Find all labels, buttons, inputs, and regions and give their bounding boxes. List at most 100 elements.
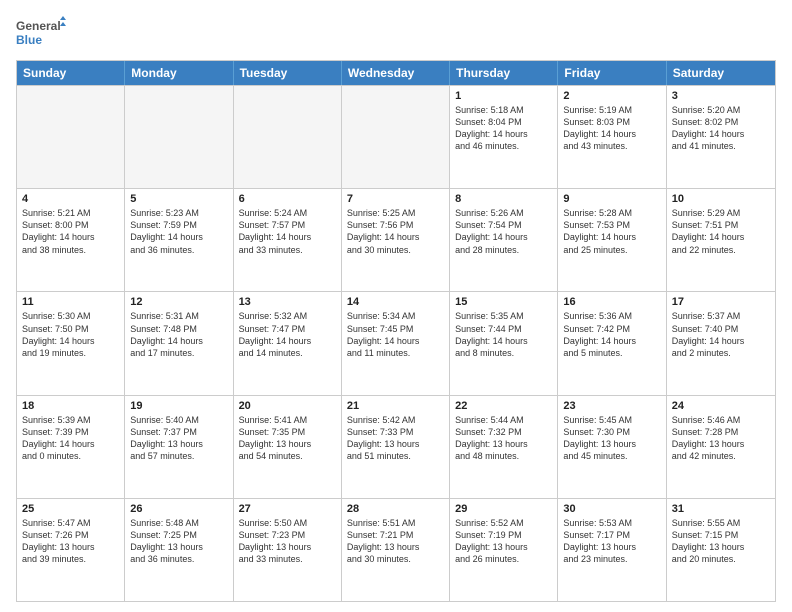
day-details: Sunrise: 5:23 AM Sunset: 7:59 PM Dayligh… xyxy=(130,207,227,256)
day-details: Sunrise: 5:53 AM Sunset: 7:17 PM Dayligh… xyxy=(563,517,660,566)
calendar-cell: 13 Sunrise: 5:32 AM Sunset: 7:47 PM Dayli… xyxy=(234,292,342,394)
day-details: Sunrise: 5:45 AM Sunset: 7:30 PM Dayligh… xyxy=(563,414,660,463)
calendar-cell xyxy=(125,86,233,188)
day-details: Sunrise: 5:47 AM Sunset: 7:26 PM Dayligh… xyxy=(22,517,119,566)
day-details: Sunrise: 5:21 AM Sunset: 8:00 PM Dayligh… xyxy=(22,207,119,256)
calendar-cell: 7 Sunrise: 5:25 AM Sunset: 7:56 PM Daylig… xyxy=(342,189,450,291)
calendar-header-day: Saturday xyxy=(667,61,775,85)
calendar-body: 1 Sunrise: 5:18 AM Sunset: 8:04 PM Daylig… xyxy=(17,85,775,601)
day-details: Sunrise: 5:29 AM Sunset: 7:51 PM Dayligh… xyxy=(672,207,770,256)
day-number: 6 xyxy=(239,193,336,205)
day-details: Sunrise: 5:25 AM Sunset: 7:56 PM Dayligh… xyxy=(347,207,444,256)
calendar-header-day: Friday xyxy=(558,61,666,85)
calendar-row: 25 Sunrise: 5:47 AM Sunset: 7:26 PM Dayli… xyxy=(17,498,775,601)
day-number: 10 xyxy=(672,193,770,205)
day-number: 29 xyxy=(455,503,552,515)
calendar-cell xyxy=(234,86,342,188)
day-number: 30 xyxy=(563,503,660,515)
svg-text:General: General xyxy=(16,19,61,33)
day-details: Sunrise: 5:55 AM Sunset: 7:15 PM Dayligh… xyxy=(672,517,770,566)
calendar-header-day: Tuesday xyxy=(234,61,342,85)
calendar-cell: 4 Sunrise: 5:21 AM Sunset: 8:00 PM Daylig… xyxy=(17,189,125,291)
calendar-cell: 31 Sunrise: 5:55 AM Sunset: 7:15 PM Dayli… xyxy=(667,499,775,601)
calendar-row: 1 Sunrise: 5:18 AM Sunset: 8:04 PM Daylig… xyxy=(17,85,775,188)
day-details: Sunrise: 5:26 AM Sunset: 7:54 PM Dayligh… xyxy=(455,207,552,256)
day-number: 1 xyxy=(455,90,552,102)
day-details: Sunrise: 5:40 AM Sunset: 7:37 PM Dayligh… xyxy=(130,414,227,463)
calendar-cell: 21 Sunrise: 5:42 AM Sunset: 7:33 PM Dayli… xyxy=(342,396,450,498)
calendar-header-day: Wednesday xyxy=(342,61,450,85)
day-number: 27 xyxy=(239,503,336,515)
day-number: 26 xyxy=(130,503,227,515)
day-details: Sunrise: 5:31 AM Sunset: 7:48 PM Dayligh… xyxy=(130,310,227,359)
day-number: 15 xyxy=(455,296,552,308)
day-details: Sunrise: 5:41 AM Sunset: 7:35 PM Dayligh… xyxy=(239,414,336,463)
calendar-cell: 18 Sunrise: 5:39 AM Sunset: 7:39 PM Dayli… xyxy=(17,396,125,498)
calendar-cell: 22 Sunrise: 5:44 AM Sunset: 7:32 PM Dayli… xyxy=(450,396,558,498)
calendar-header-day: Monday xyxy=(125,61,233,85)
logo-svg: General Blue xyxy=(16,16,66,52)
day-details: Sunrise: 5:19 AM Sunset: 8:03 PM Dayligh… xyxy=(563,104,660,153)
header: General Blue xyxy=(16,16,776,52)
calendar-cell: 2 Sunrise: 5:19 AM Sunset: 8:03 PM Daylig… xyxy=(558,86,666,188)
day-details: Sunrise: 5:24 AM Sunset: 7:57 PM Dayligh… xyxy=(239,207,336,256)
day-details: Sunrise: 5:20 AM Sunset: 8:02 PM Dayligh… xyxy=(672,104,770,153)
calendar-cell: 17Sunrise: 5:37 AM Sunset: 7:40 PM Dayli… xyxy=(667,292,775,394)
calendar-cell: 27 Sunrise: 5:50 AM Sunset: 7:23 PM Dayli… xyxy=(234,499,342,601)
day-details: Sunrise: 5:46 AM Sunset: 7:28 PM Dayligh… xyxy=(672,414,770,463)
day-number: 21 xyxy=(347,400,444,412)
day-details: Sunrise: 5:42 AM Sunset: 7:33 PM Dayligh… xyxy=(347,414,444,463)
day-number: 3 xyxy=(672,90,770,102)
day-number: 28 xyxy=(347,503,444,515)
day-details: Sunrise: 5:37 AM Sunset: 7:40 PM Dayligh… xyxy=(672,310,770,359)
day-number: 18 xyxy=(22,400,119,412)
calendar-cell: 16 Sunrise: 5:36 AM Sunset: 7:42 PM Dayli… xyxy=(558,292,666,394)
calendar-cell: 15 Sunrise: 5:35 AM Sunset: 7:44 PM Dayli… xyxy=(450,292,558,394)
calendar-cell: 14 Sunrise: 5:34 AM Sunset: 7:45 PM Dayli… xyxy=(342,292,450,394)
calendar-cell: 29Sunrise: 5:52 AM Sunset: 7:19 PM Dayli… xyxy=(450,499,558,601)
day-number: 13 xyxy=(239,296,336,308)
day-details: Sunrise: 5:34 AM Sunset: 7:45 PM Dayligh… xyxy=(347,310,444,359)
day-details: Sunrise: 5:35 AM Sunset: 7:44 PM Dayligh… xyxy=(455,310,552,359)
day-number: 14 xyxy=(347,296,444,308)
calendar-cell: 3 Sunrise: 5:20 AM Sunset: 8:02 PM Daylig… xyxy=(667,86,775,188)
day-number: 5 xyxy=(130,193,227,205)
calendar-cell: 8Sunrise: 5:26 AM Sunset: 7:54 PM Daylig… xyxy=(450,189,558,291)
calendar-cell: 11Sunrise: 5:30 AM Sunset: 7:50 PM Dayli… xyxy=(17,292,125,394)
calendar-cell: 19Sunrise: 5:40 AM Sunset: 7:37 PM Dayli… xyxy=(125,396,233,498)
calendar-row: 4 Sunrise: 5:21 AM Sunset: 8:00 PM Daylig… xyxy=(17,188,775,291)
day-details: Sunrise: 5:39 AM Sunset: 7:39 PM Dayligh… xyxy=(22,414,119,463)
calendar-cell: 26Sunrise: 5:48 AM Sunset: 7:25 PM Dayli… xyxy=(125,499,233,601)
day-number: 23 xyxy=(563,400,660,412)
day-number: 11 xyxy=(22,296,119,308)
calendar-row: 11Sunrise: 5:30 AM Sunset: 7:50 PM Dayli… xyxy=(17,291,775,394)
day-details: Sunrise: 5:51 AM Sunset: 7:21 PM Dayligh… xyxy=(347,517,444,566)
day-details: Sunrise: 5:36 AM Sunset: 7:42 PM Dayligh… xyxy=(563,310,660,359)
day-number: 25 xyxy=(22,503,119,515)
calendar-cell: 5 Sunrise: 5:23 AM Sunset: 7:59 PM Daylig… xyxy=(125,189,233,291)
day-number: 2 xyxy=(563,90,660,102)
calendar-cell: 1 Sunrise: 5:18 AM Sunset: 8:04 PM Daylig… xyxy=(450,86,558,188)
calendar-cell: 20 Sunrise: 5:41 AM Sunset: 7:35 PM Dayli… xyxy=(234,396,342,498)
day-number: 7 xyxy=(347,193,444,205)
calendar-cell: 12Sunrise: 5:31 AM Sunset: 7:48 PM Dayli… xyxy=(125,292,233,394)
page: General Blue SundayMondayTuesdayWednesda… xyxy=(0,0,792,612)
calendar-cell: 6 Sunrise: 5:24 AM Sunset: 7:57 PM Daylig… xyxy=(234,189,342,291)
day-number: 31 xyxy=(672,503,770,515)
day-number: 16 xyxy=(563,296,660,308)
calendar-cell: 28 Sunrise: 5:51 AM Sunset: 7:21 PM Dayli… xyxy=(342,499,450,601)
day-number: 20 xyxy=(239,400,336,412)
day-number: 24 xyxy=(672,400,770,412)
calendar-cell: 9Sunrise: 5:28 AM Sunset: 7:53 PM Daylig… xyxy=(558,189,666,291)
day-details: Sunrise: 5:32 AM Sunset: 7:47 PM Dayligh… xyxy=(239,310,336,359)
calendar: SundayMondayTuesdayWednesdayThursdayFrid… xyxy=(16,60,776,602)
day-number: 4 xyxy=(22,193,119,205)
calendar-header: SundayMondayTuesdayWednesdayThursdayFrid… xyxy=(17,61,775,85)
day-number: 22 xyxy=(455,400,552,412)
day-details: Sunrise: 5:44 AM Sunset: 7:32 PM Dayligh… xyxy=(455,414,552,463)
calendar-row: 18 Sunrise: 5:39 AM Sunset: 7:39 PM Dayli… xyxy=(17,395,775,498)
day-details: Sunrise: 5:18 AM Sunset: 8:04 PM Dayligh… xyxy=(455,104,552,153)
calendar-cell: 24 Sunrise: 5:46 AM Sunset: 7:28 PM Dayli… xyxy=(667,396,775,498)
day-details: Sunrise: 5:50 AM Sunset: 7:23 PM Dayligh… xyxy=(239,517,336,566)
calendar-cell: 25 Sunrise: 5:47 AM Sunset: 7:26 PM Dayli… xyxy=(17,499,125,601)
